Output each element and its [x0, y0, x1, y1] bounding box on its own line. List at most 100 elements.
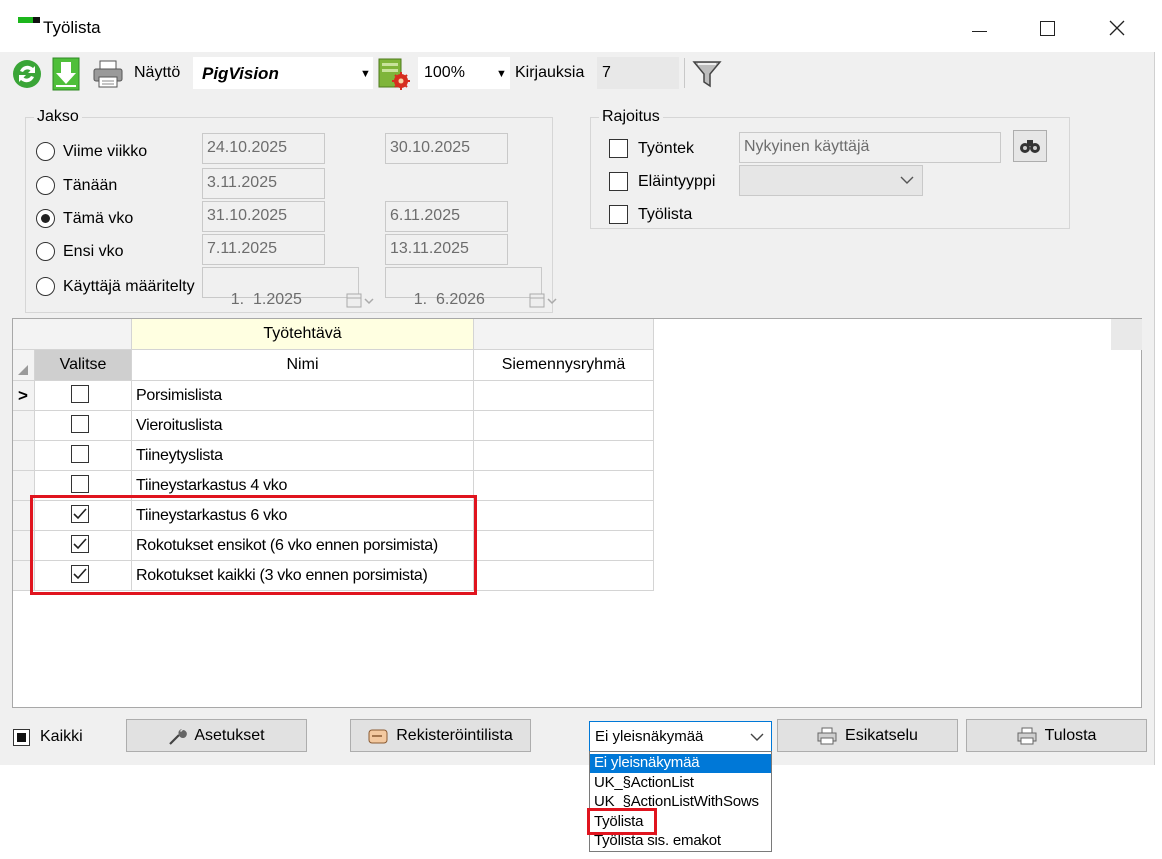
row-group-cell[interactable]: [474, 441, 654, 471]
chevron-down-icon: [900, 176, 914, 184]
group-header-empty: [474, 319, 654, 350]
view-dropdown-option[interactable]: UK_§ActionList: [590, 774, 771, 793]
row-select-cell: [35, 411, 132, 441]
restriction-group-title: Rajoitus: [599, 108, 663, 126]
toolbar: Näyttö PigVision ▼ 100% ▼ Kirjauksia 7: [0, 52, 1155, 96]
maximize-button[interactable]: [1024, 10, 1070, 46]
filter-funnel-icon: [692, 61, 722, 88]
records-count-box: 7: [597, 57, 679, 89]
this-week-start: 31.10.2025: [202, 201, 325, 232]
download-button[interactable]: [51, 57, 81, 96]
print-toolbar-button[interactable]: [93, 60, 123, 93]
row-group-cell[interactable]: [474, 381, 654, 411]
row-select-cell: [35, 381, 132, 411]
printer-icon: [817, 727, 837, 744]
row-group-cell[interactable]: [474, 561, 654, 591]
row-select-checkbox[interactable]: [71, 475, 89, 493]
grid-scroll-corner: [1111, 319, 1142, 350]
last-week-start: 24.10.2025: [202, 133, 325, 164]
employee-input: Nykyinen käyttäjä: [739, 132, 1001, 163]
row-name-cell[interactable]: Tiineytyslista: [132, 441, 474, 471]
row-header-top: [13, 350, 35, 381]
row-select-checkbox[interactable]: [71, 445, 89, 463]
all-label: Kaikki: [40, 728, 83, 745]
row-select-checkbox[interactable]: [71, 385, 89, 403]
display-select[interactable]: PigVision ▼: [193, 57, 373, 89]
column-header-insemination-group[interactable]: Siemennysryhmä: [474, 350, 654, 381]
chevron-down-icon: [750, 733, 764, 741]
row-group-cell[interactable]: [474, 471, 654, 501]
minimize-icon: [971, 30, 987, 32]
custom-end-date[interactable]: 1. 6.2026: [385, 267, 557, 308]
row-header[interactable]: [13, 441, 35, 471]
animal-type-select[interactable]: [739, 165, 923, 196]
radio-next-week[interactable]: Ensi vko: [36, 242, 123, 261]
radio-today[interactable]: Tänään: [36, 176, 117, 195]
row-select-cell: [35, 441, 132, 471]
window-title: Työlista: [43, 18, 101, 37]
refresh-button[interactable]: [11, 58, 43, 95]
records-count: 7: [602, 64, 611, 81]
filter-button[interactable]: [692, 60, 722, 93]
close-button[interactable]: [1094, 10, 1140, 46]
row-select-checkbox[interactable]: [71, 415, 89, 433]
records-label: Kirjauksia: [515, 64, 585, 81]
toolbar-separator: [684, 58, 685, 88]
column-header-select[interactable]: Valitse: [35, 350, 132, 381]
view-select[interactable]: Ei yleisnäkymää: [589, 721, 772, 752]
row-header[interactable]: >: [13, 381, 35, 411]
refresh-icon: [13, 60, 41, 88]
row-group-cell[interactable]: [474, 531, 654, 561]
close-icon: [1109, 20, 1125, 36]
download-arrow-icon: [52, 57, 80, 91]
highlight-worklist-option: [587, 808, 657, 835]
registration-list-button[interactable]: Rekisteröintilista: [350, 719, 531, 752]
zoom-value: 100%: [424, 64, 465, 81]
corner-triangle-icon: [18, 365, 28, 375]
all-checkbox[interactable]: [13, 729, 30, 746]
radio-user-defined[interactable]: Käyttäjä määritelty: [36, 277, 195, 296]
chevron-down-icon: ▼: [360, 68, 371, 80]
binoculars-icon: [1020, 140, 1040, 153]
settings-button[interactable]: Asetukset: [126, 719, 307, 752]
minimize-button[interactable]: [956, 10, 1002, 46]
last-week-end: 30.10.2025: [385, 133, 508, 164]
view-dropdown-option[interactable]: Ei yleisnäkymää: [590, 754, 771, 773]
group-header-task: Työtehtävä: [132, 319, 474, 350]
sheet-gear-icon: [378, 58, 410, 90]
next-week-start: 7.11.2025: [202, 234, 325, 265]
highlight-checked-rows: [30, 495, 477, 595]
view-dropdown-list: Ei yleisnäkymää UK_§ActionList UK_§ActionL…: [589, 751, 772, 852]
display-label: Näyttö: [134, 64, 181, 81]
this-week-end: 6.11.2025: [385, 201, 508, 232]
settings-sheet-button[interactable]: [377, 57, 411, 96]
current-row-arrow-icon: >: [18, 386, 28, 405]
preview-button[interactable]: Esikatselu: [777, 719, 958, 752]
worklist-window: Työlista Näyttö PigVision ▼ 100% ▼ Kirja…: [0, 0, 1155, 765]
printer-icon: [1017, 727, 1037, 744]
row-group-cell[interactable]: [474, 411, 654, 441]
radio-this-week[interactable]: Tämä vko: [36, 209, 133, 228]
display-select-value: PigVision: [202, 64, 279, 83]
radio-last-week[interactable]: Viime viikko: [36, 142, 147, 161]
chevron-down-icon: ▼: [496, 68, 507, 80]
employee-search-button[interactable]: [1013, 130, 1047, 162]
row-group-cell[interactable]: [474, 501, 654, 531]
view-select-value: Ei yleisnäkymää: [595, 728, 704, 745]
period-group-title: Jakso: [34, 108, 82, 126]
custom-start-date[interactable]: 1. 1.2025: [202, 267, 374, 308]
employee-checkbox[interactable]: Työntek: [609, 139, 694, 158]
today-date: 3.11.2025: [202, 168, 325, 199]
wrench-icon: [169, 728, 188, 745]
row-name-cell[interactable]: Porsimislista: [132, 381, 474, 411]
print-button[interactable]: Tulosta: [966, 719, 1147, 752]
app-icon: [18, 17, 40, 23]
animal-type-checkbox[interactable]: Eläintyyppi: [609, 172, 715, 191]
row-header[interactable]: [13, 411, 35, 441]
column-header-name[interactable]: Nimi: [132, 350, 474, 381]
title-bar: Työlista: [0, 0, 1155, 52]
zoom-select[interactable]: 100% ▼: [418, 57, 510, 89]
worklist-checkbox[interactable]: Työlista: [609, 205, 692, 224]
row-name-cell[interactable]: Vieroituslista: [132, 411, 474, 441]
hand-pointer-icon: [368, 729, 388, 743]
